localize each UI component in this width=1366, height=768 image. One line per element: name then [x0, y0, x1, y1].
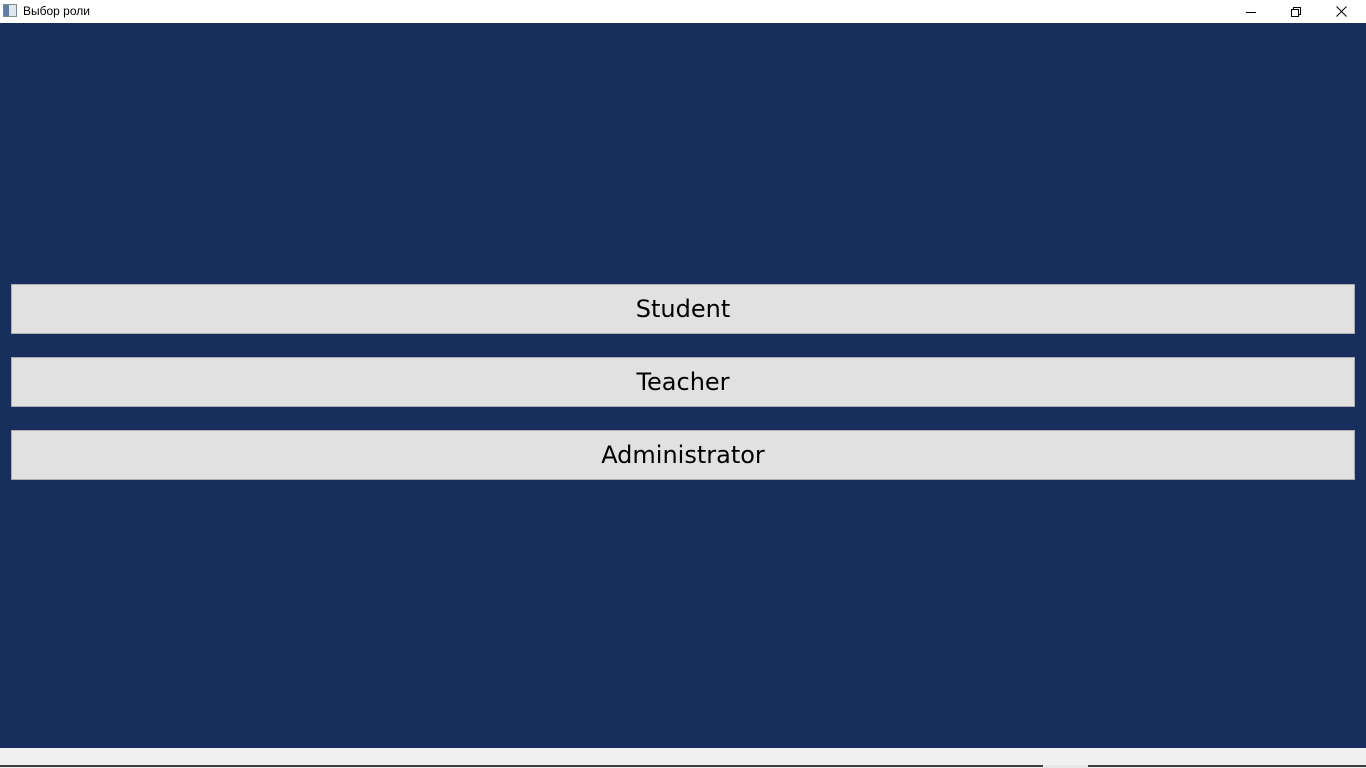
minimize-icon [1246, 11, 1256, 13]
bottom-bar [0, 748, 1366, 768]
window-title: Выбор роли [23, 4, 90, 18]
title-bar[interactable]: Выбор роли [0, 0, 1366, 23]
bottom-divider [0, 765, 1366, 767]
app-window-icon [3, 4, 17, 17]
student-button[interactable]: Student [11, 284, 1355, 334]
restore-button[interactable] [1273, 0, 1319, 23]
teacher-button[interactable]: Teacher [11, 357, 1355, 407]
restore-icon [1291, 6, 1301, 17]
close-icon [1335, 6, 1347, 17]
minimize-button[interactable] [1228, 0, 1274, 23]
role-selection-panel: Student Teacher Administrator [0, 23, 1366, 748]
administrator-button[interactable]: Administrator [11, 430, 1355, 480]
role-selection-window: Выбор роли Student Teacher Administrator [0, 0, 1366, 768]
close-button[interactable] [1318, 0, 1364, 23]
